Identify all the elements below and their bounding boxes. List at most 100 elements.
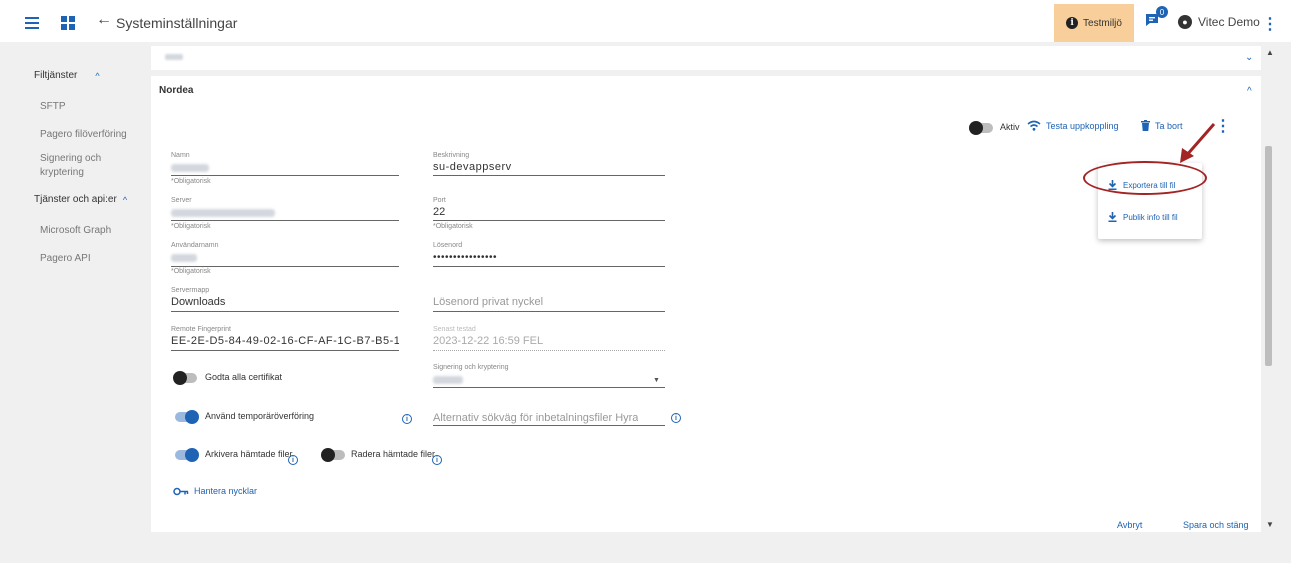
arkivera-label: Arkivera hämtade filer <box>205 449 293 459</box>
dashboard-icon[interactable] <box>56 11 80 35</box>
key-icon <box>173 487 189 495</box>
account-icon: ● <box>1178 15 1192 29</box>
servermapp-input[interactable]: Downloads <box>171 296 225 308</box>
aktiv-toggle[interactable] <box>969 121 993 135</box>
fingerprint-underline <box>171 350 399 351</box>
trash-icon <box>1141 120 1150 131</box>
aktiv-label: Aktiv <box>1000 122 1020 132</box>
sidebar: Filtjänster ^ SFTP Pagero filöverföring … <box>0 42 150 563</box>
alternativ-sokvag-underline <box>433 425 665 426</box>
sidebar-group-tjanster[interactable]: Tjänster och api:er ^ <box>34 194 127 205</box>
beskrivning-label: Beskrivning <box>433 152 470 159</box>
info-icon[interactable]: i <box>288 455 298 465</box>
highlight-ellipse <box>1083 161 1207 195</box>
server-label: Server <box>171 197 192 204</box>
port-label: Port <box>433 197 446 204</box>
namn-label: Namn <box>171 152 190 159</box>
senast-testad-label: Senast testad <box>433 326 476 333</box>
losenord-input[interactable]: •••••••••••••••• <box>433 252 497 263</box>
chevron-up-icon: ^ <box>122 194 128 205</box>
namn-value-redacted <box>171 164 209 172</box>
environment-badge: i Testmiljö <box>1054 4 1134 42</box>
losenord-underline <box>433 266 665 267</box>
anvandarnamn-underline[interactable] <box>171 266 399 267</box>
annotation-arrow-icon <box>1180 123 1216 163</box>
anvandarnamn-required-hint: *Obligatorisk <box>171 268 211 275</box>
arkivera-toggle[interactable] <box>175 448 199 462</box>
sidebar-item-sftp[interactable]: SFTP <box>40 100 66 114</box>
server-value-redacted <box>171 209 275 217</box>
sidebar-item-pagero-api[interactable]: Pagero API <box>40 252 91 266</box>
info-icon[interactable]: i <box>671 413 681 423</box>
scroll-down-icon[interactable]: ▼ <box>1266 520 1274 529</box>
wifi-icon <box>1027 120 1041 131</box>
scroll-up-icon[interactable]: ▲ <box>1266 48 1274 57</box>
toggle-knob <box>173 371 187 385</box>
port-required-hint: *Obligatorisk <box>433 223 473 230</box>
radera-toggle[interactable] <box>321 448 345 462</box>
temporaroverforing-label: Använd temporäröverföring <box>205 411 315 421</box>
toggle-knob <box>969 121 983 135</box>
godta-certifikat-toggle[interactable] <box>173 371 197 385</box>
panel-title: Nordea <box>159 85 194 96</box>
sidebar-item-pagero-filoverforing[interactable]: Pagero filöverföring <box>40 128 127 142</box>
beskrivning-underline <box>433 175 665 176</box>
servermapp-label: Servermapp <box>171 287 210 294</box>
sidebar-group-filtjanster[interactable]: Filtjänster ^ <box>34 70 100 81</box>
signering-underline[interactable] <box>433 387 665 388</box>
hantera-nycklar-label: Hantera nycklar <box>194 486 258 496</box>
temporaroverforing-toggle[interactable] <box>175 410 199 424</box>
save-and-close-button[interactable]: Spara och stäng <box>1183 520 1249 530</box>
user-name: Vitec Demo <box>1198 15 1260 29</box>
radera-label: Radera hämtade filer <box>351 449 436 459</box>
fingerprint-input[interactable]: EE-2E-D5-84-49-02-16-CF-AF-1C-B7-B5-14-A… <box>171 335 399 347</box>
nordea-panel: Nordea ^ Aktiv Testa uppkoppling Ta bort… <box>151 76 1261 532</box>
privat-nyckel-input[interactable]: Lösenord privat nyckel <box>433 296 543 308</box>
anvandarnamn-label: Användarnamn <box>171 242 219 249</box>
sidebar-group-label: Tjänster och api:er <box>34 194 117 205</box>
info-icon[interactable]: i <box>402 414 412 424</box>
toggle-knob <box>185 448 199 462</box>
beskrivning-input[interactable]: su-devappserv <box>433 161 512 173</box>
senast-testad-value: 2023-12-22 16:59 FEL <box>433 335 544 347</box>
test-connection-label: Testa uppkoppling <box>1046 120 1119 131</box>
namn-underline[interactable] <box>171 175 399 176</box>
privat-nyckel-underline <box>433 311 665 312</box>
cancel-button[interactable]: Avbryt <box>1117 520 1142 530</box>
chevron-down-icon[interactable]: ⌄ <box>1245 52 1253 63</box>
servermapp-underline <box>171 311 399 312</box>
hantera-nycklar-link[interactable]: Hantera nycklar <box>173 486 257 496</box>
chevron-up-icon[interactable]: ^ <box>1247 86 1252 97</box>
redacted-title <box>165 54 183 60</box>
fingerprint-label: Remote Fingerprint <box>171 326 231 333</box>
dropdown-arrow-icon[interactable]: ▼ <box>653 377 660 384</box>
download-icon <box>1108 212 1117 222</box>
chevron-up-icon: ^ <box>95 70 100 81</box>
collapsed-panel[interactable]: ⌄ <box>151 46 1261 70</box>
server-underline[interactable] <box>171 220 399 221</box>
server-required-hint: *Obligatorisk <box>171 223 211 230</box>
menu-item-publik-info[interactable]: Publik info till fil <box>1098 204 1202 230</box>
signering-label: Signering och kryptering <box>433 364 509 371</box>
godta-certifikat-label: Godta alla certifikat <box>205 372 283 382</box>
user-menu[interactable]: ● Vitec Demo <box>1178 15 1260 29</box>
sidebar-item-microsoft-graph[interactable]: Microsoft Graph <box>40 224 111 238</box>
toggle-knob <box>321 448 335 462</box>
info-icon: i <box>1066 17 1079 29</box>
alternativ-sokvag-input[interactable]: Alternativ sökväg för inbetalningsfiler … <box>433 412 638 424</box>
top-app-bar: ← Systeminställningar i Testmiljö 0 ● Vi… <box>0 4 1291 42</box>
scrollbar-thumb[interactable] <box>1265 146 1272 366</box>
namn-required-hint: *Obligatorisk <box>171 178 211 185</box>
menu-item-label: Publik info till fil <box>1123 212 1178 222</box>
port-input[interactable]: 22 <box>433 206 445 218</box>
signering-value-redacted <box>433 376 463 384</box>
anvandarnamn-value-redacted <box>171 254 197 262</box>
more-vertical-icon[interactable]: ⋮ <box>1262 14 1278 34</box>
test-connection-button[interactable]: Testa uppkoppling <box>1027 120 1119 131</box>
back-arrow-icon[interactable]: ← <box>96 11 112 29</box>
environment-label: Testmiljö <box>1083 17 1122 29</box>
sidebar-item-signering[interactable]: Signering och kryptering <box>40 152 120 180</box>
menu-icon[interactable] <box>20 11 44 35</box>
info-icon[interactable]: i <box>432 455 442 465</box>
port-underline <box>433 220 665 221</box>
